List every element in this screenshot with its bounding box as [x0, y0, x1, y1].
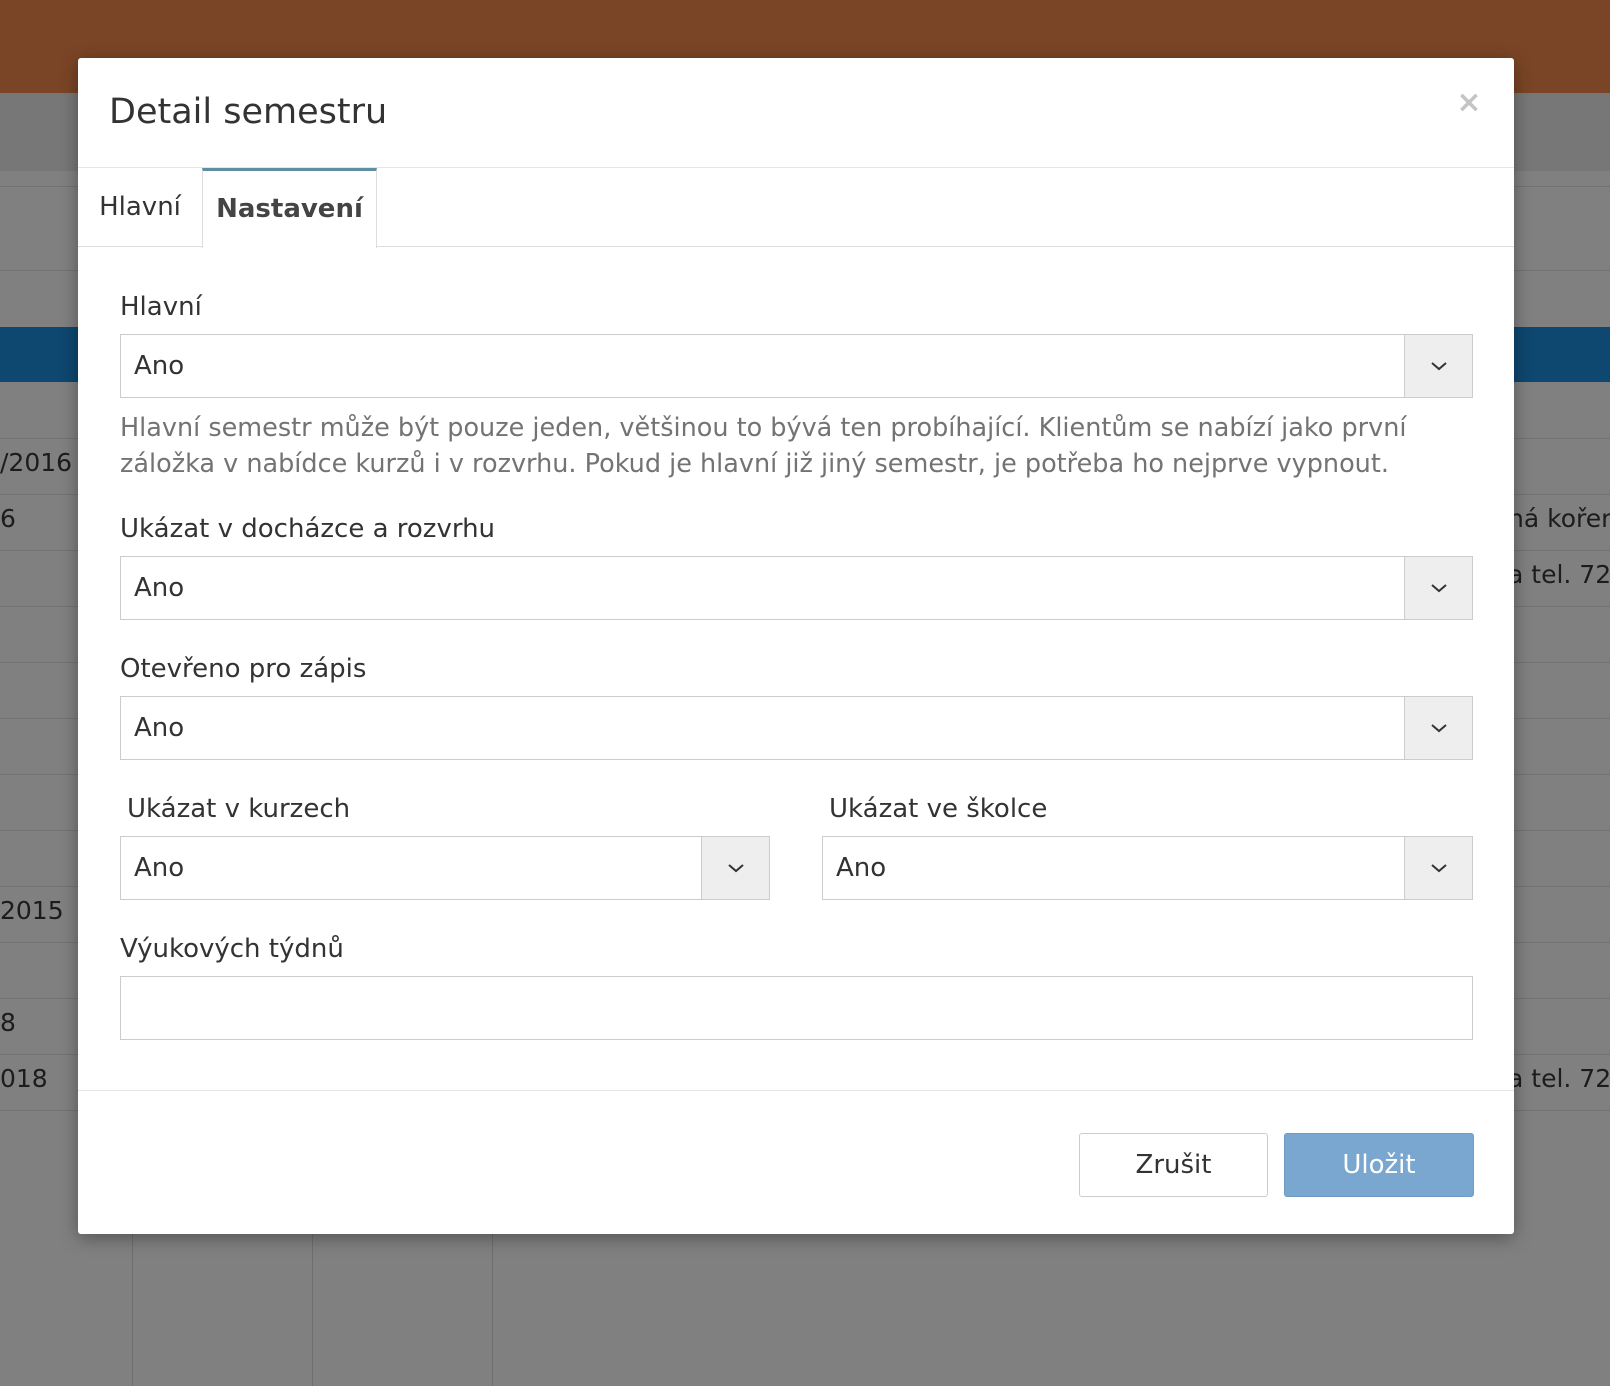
- select-value: Ano: [134, 573, 185, 603]
- cancel-button[interactable]: Zrušit: [1079, 1133, 1268, 1197]
- background-cell: 018: [0, 1064, 48, 1093]
- chevron-down-icon: [1404, 697, 1472, 759]
- background-cell: a tel. 728: [1508, 1064, 1610, 1093]
- modal-footer-divider: [78, 1090, 1514, 1091]
- main-semester-help: Hlavní semestr může být pouze jeden, vět…: [120, 413, 1407, 479]
- teaching-weeks-input[interactable]: [120, 976, 1473, 1040]
- main-semester-select[interactable]: Ano: [120, 334, 1473, 398]
- show-courses-select[interactable]: Ano: [120, 836, 770, 900]
- save-button[interactable]: Uložit: [1284, 1133, 1474, 1197]
- background-cell: a tel. 728: [1508, 560, 1610, 589]
- main-semester-label: Hlavní: [120, 292, 202, 322]
- select-value: Ano: [836, 853, 887, 883]
- open-enrollment-label: Otevřeno pro zápis: [120, 654, 367, 684]
- show-attendance-select[interactable]: Ano: [120, 556, 1473, 620]
- chevron-down-icon: [1404, 335, 1472, 397]
- background-cell: 8: [0, 1008, 16, 1037]
- background-cell: 6: [0, 504, 16, 533]
- background-cell: ná kořen: [1508, 504, 1610, 533]
- open-enrollment-select[interactable]: Ano: [120, 696, 1473, 760]
- select-value: Ano: [134, 351, 185, 381]
- tab-main[interactable]: Hlavní: [78, 168, 202, 247]
- semester-detail-modal: Detail semestru × Hlavní Nastavení Hlavn…: [78, 58, 1514, 1234]
- show-kindergarten-label: Ukázat ve školce: [829, 794, 1048, 824]
- tab-settings[interactable]: Nastavení: [202, 168, 377, 248]
- modal-title: Detail semestru: [109, 92, 388, 132]
- background-column-line: [132, 1234, 133, 1386]
- background-cell: 2015: [0, 896, 64, 925]
- teaching-weeks-label: Výukových týdnů: [120, 934, 344, 964]
- show-attendance-label: Ukázat v docházce a rozvrhu: [120, 514, 496, 544]
- chevron-down-icon: [701, 837, 769, 899]
- background-cell: /2016: [0, 448, 73, 477]
- background-column-line: [312, 1234, 313, 1386]
- select-value: Ano: [134, 713, 185, 743]
- background-column-line: [492, 1234, 493, 1386]
- chevron-down-icon: [1404, 837, 1472, 899]
- show-courses-label: Ukázat v kurzech: [127, 794, 351, 824]
- close-icon[interactable]: ×: [1454, 88, 1484, 118]
- chevron-down-icon: [1404, 557, 1472, 619]
- show-kindergarten-select[interactable]: Ano: [822, 836, 1473, 900]
- modal-header: Detail semestru ×: [78, 58, 1514, 168]
- tab-bar: Hlavní Nastavení: [78, 168, 1514, 248]
- select-value: Ano: [134, 853, 185, 883]
